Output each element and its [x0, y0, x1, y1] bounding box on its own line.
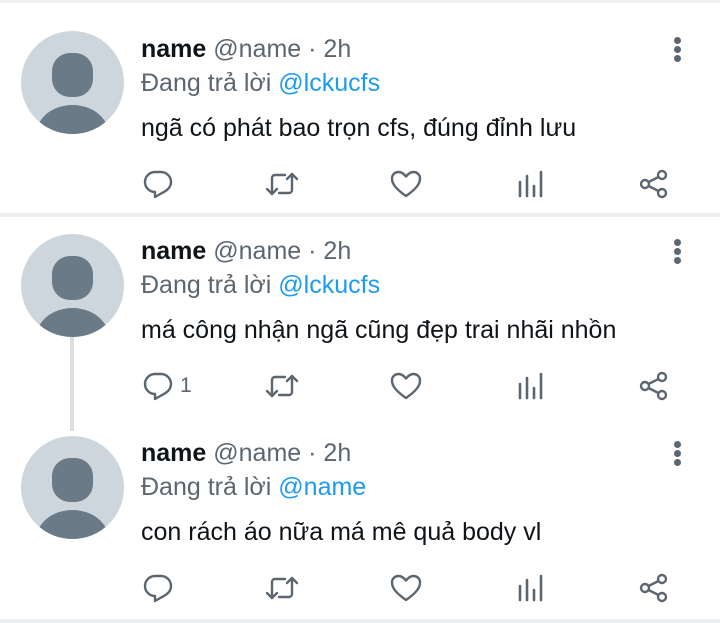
reply-icon: [143, 574, 173, 603]
more-options-button[interactable]: [668, 439, 688, 469]
user-handle[interactable]: @name: [213, 439, 301, 467]
views-icon: [518, 170, 543, 198]
retweet-button[interactable]: [264, 571, 300, 605]
more-vertical-icon: [674, 450, 681, 457]
tweet[interactable]: name @name · 2h Đang trả lời @lckucfs ng…: [0, 0, 720, 213]
like-icon: [390, 372, 422, 400]
share-icon: [639, 573, 668, 603]
reply-count: 1: [180, 374, 192, 397]
more-vertical-icon: [674, 55, 681, 62]
display-name[interactable]: name: [141, 237, 206, 265]
replying-to-line: Đang trả lời @name: [141, 472, 366, 502]
timestamp[interactable]: 2h: [323, 439, 351, 467]
avatar-head-icon: [52, 53, 93, 97]
share-button[interactable]: [638, 167, 670, 201]
avatar[interactable]: [21, 31, 124, 134]
tweet-text: má công nhận ngã cũng đẹp trai nhãi nhồn: [141, 316, 617, 344]
tweet[interactable]: name @name · 2h Đang trả lời @lckucfs má…: [0, 217, 720, 431]
like-icon: [390, 574, 422, 602]
more-vertical-icon: [674, 459, 681, 466]
retweet-icon: [265, 172, 299, 196]
replying-to-line: Đang trả lời @lckucfs: [141, 68, 380, 98]
display-name[interactable]: name: [141, 35, 206, 63]
views-button[interactable]: [516, 369, 546, 403]
like-button[interactable]: [390, 571, 422, 605]
tweet-text: ngã có phát bao trọn cfs, đúng đỉnh lưu: [141, 114, 577, 142]
tweet-text: con rách áo nữa má mê quả body vl: [141, 518, 542, 546]
replying-to-line: Đang trả lời @lckucfs: [141, 270, 380, 300]
retweet-button[interactable]: [264, 167, 300, 201]
retweet-icon: [265, 576, 299, 600]
retweet-icon: [265, 374, 299, 398]
reply-button[interactable]: [142, 167, 180, 201]
display-name[interactable]: name: [141, 439, 206, 467]
more-vertical-icon: [674, 239, 681, 246]
tweet-header: name @name · 2h: [141, 236, 351, 266]
more-vertical-icon: [674, 46, 681, 53]
timestamp[interactable]: 2h: [323, 35, 351, 63]
bottom-divider: [0, 619, 720, 623]
replying-prefix: Đang trả lời: [141, 69, 272, 97]
avatar-head-icon: [52, 458, 93, 502]
avatar-body-icon: [36, 308, 109, 337]
share-icon: [639, 371, 668, 401]
replying-mention-link[interactable]: @name: [278, 473, 366, 501]
more-vertical-icon: [674, 441, 681, 448]
like-button[interactable]: [390, 167, 422, 201]
views-button[interactable]: [516, 571, 546, 605]
avatar-body-icon: [36, 510, 109, 539]
user-handle[interactable]: @name: [213, 237, 301, 265]
tweet[interactable]: name @name · 2h Đang trả lời @name con r…: [0, 417, 720, 619]
avatar[interactable]: [21, 234, 124, 337]
reply-icon: [143, 170, 173, 199]
like-icon: [390, 170, 422, 198]
replying-mention-link[interactable]: @lckucfs: [278, 271, 380, 299]
more-options-button[interactable]: [668, 237, 688, 267]
tweet-header: name @name · 2h: [141, 34, 351, 64]
share-button[interactable]: [638, 369, 670, 403]
views-button[interactable]: [516, 167, 546, 201]
reply-button[interactable]: 1: [142, 369, 192, 403]
tweet-header: name @name · 2h: [141, 438, 351, 468]
separator-dot: ·: [308, 237, 317, 265]
more-vertical-icon: [674, 37, 681, 44]
views-icon: [518, 372, 543, 400]
reply-icon: [143, 372, 173, 401]
views-icon: [518, 574, 543, 602]
avatar-body-icon: [36, 105, 109, 134]
replying-mention-link[interactable]: @lckucfs: [278, 69, 380, 97]
avatar-head-icon: [52, 256, 93, 300]
separator-dot: ·: [308, 439, 317, 467]
share-button[interactable]: [638, 571, 670, 605]
more-vertical-icon: [674, 257, 681, 264]
separator-dot: ·: [308, 35, 317, 63]
timestamp[interactable]: 2h: [323, 237, 351, 265]
user-handle[interactable]: @name: [213, 35, 301, 63]
avatar[interactable]: [21, 436, 124, 539]
retweet-button[interactable]: [264, 369, 300, 403]
more-vertical-icon: [674, 248, 681, 255]
replying-prefix: Đang trả lời: [141, 271, 272, 299]
more-options-button[interactable]: [668, 35, 688, 65]
like-button[interactable]: [390, 369, 422, 403]
replying-prefix: Đang trả lời: [141, 473, 272, 501]
share-icon: [639, 169, 668, 199]
reply-button[interactable]: [142, 571, 180, 605]
